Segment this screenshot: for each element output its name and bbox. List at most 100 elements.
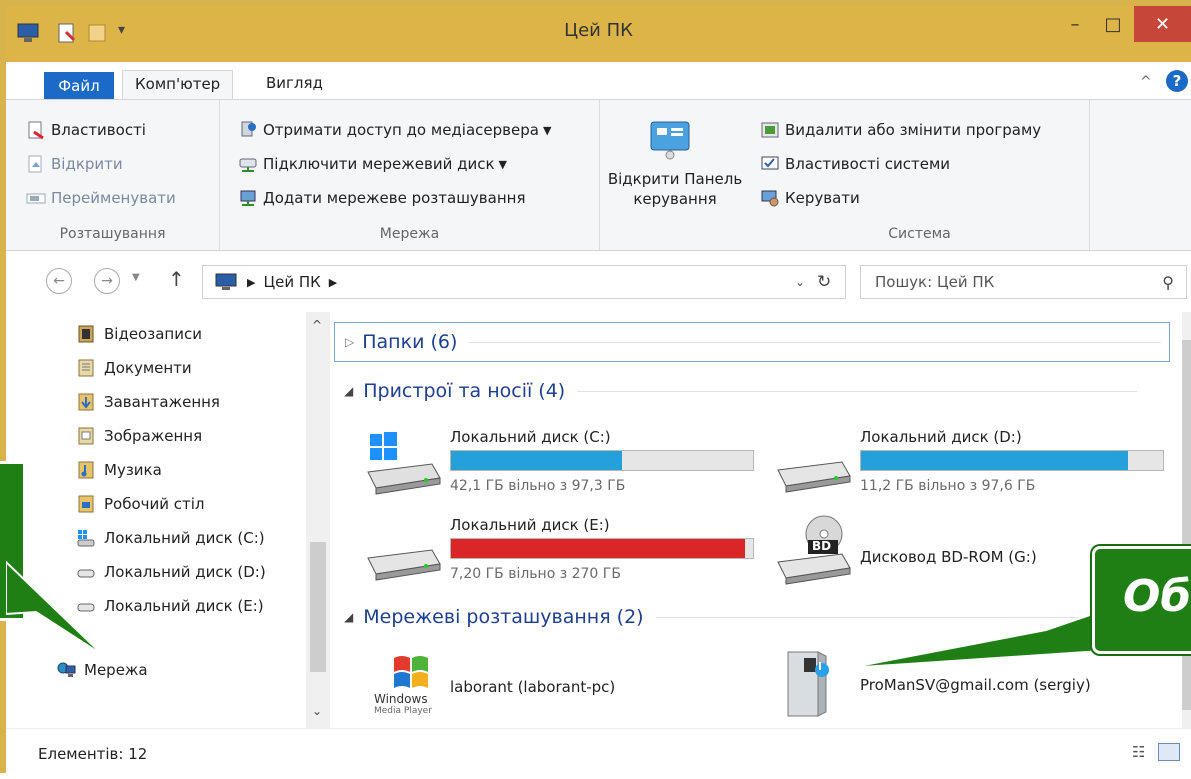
group-system-label: Система — [888, 226, 951, 242]
scroll-down-icon[interactable]: ⌄ — [312, 704, 322, 718]
bdrom-name: Дисковод BD-ROM (G:) — [860, 548, 1037, 566]
drive-c-tile[interactable]: Локальний диск (C:) 42,1 ГБ вільно з 97,… — [364, 428, 764, 500]
nav-item-desktop[interactable]: Робочий стіл — [76, 494, 205, 514]
tab-view[interactable]: Вигляд — [254, 70, 335, 100]
nav-scrollbar[interactable]: ^ ⌄ — [306, 312, 330, 728]
wmp-text-1: Windows — [374, 692, 428, 706]
add-location-button[interactable]: Додати мережеве розташування — [238, 188, 525, 208]
help-icon[interactable]: ? — [1166, 70, 1188, 92]
network-location-icon — [240, 190, 256, 206]
nav-scroll-thumb[interactable] — [310, 542, 326, 672]
content-scrollbar[interactable] — [1182, 312, 1191, 728]
nav-item-music[interactable]: Музика — [76, 460, 162, 480]
search-input[interactable]: Пошук: Цей ПК ⚲ — [860, 265, 1187, 299]
uninstall-label: Видалити або змінити програму — [785, 121, 1042, 139]
control-panel-label-2: керування — [633, 190, 717, 208]
media-server-button[interactable]: Отримати доступ до медіасервера ▼ — [238, 120, 551, 140]
drive-c-name: Локальний диск (C:) — [450, 428, 611, 446]
up-arrow-icon[interactable]: ↑ — [168, 267, 185, 291]
nav-item-downloads[interactable]: Завантаження — [76, 392, 220, 412]
breadcrumb-item[interactable]: Цей ПК — [263, 273, 320, 291]
forward-button[interactable]: → — [94, 268, 120, 294]
group-system: Видалити або змінити програму Властивост… — [750, 100, 1090, 250]
rename-button[interactable]: Перейменувати — [26, 188, 176, 208]
system-drive-icon — [77, 530, 95, 547]
expand-icon: ▷ — [345, 335, 355, 349]
media-server-icon — [241, 121, 256, 137]
back-arrow-icon: ← — [53, 273, 65, 289]
map-drive-button[interactable]: Підключити мережевий диск ▼ — [238, 154, 507, 174]
ribbon-tabs: Файл Комп'ютер Вигляд ^ ? — [6, 62, 1191, 101]
system-properties-button[interactable]: Властивості системи — [760, 154, 950, 174]
map-drive-label: Підключити мережевий диск — [263, 155, 495, 173]
devices-group-header[interactable]: ◢ Пристрої та носії (4) — [344, 380, 1138, 402]
drive-d-usage-bar — [860, 450, 1164, 471]
search-icon[interactable]: ⚲ — [1162, 273, 1174, 292]
properties-icon — [28, 121, 44, 140]
minimize-button[interactable]: – — [1056, 6, 1094, 42]
nav-item-label: Локальний диск (D:) — [104, 563, 266, 581]
item-count: Елементів: 12 — [38, 745, 148, 763]
drive-d-name: Локальний диск (D:) — [860, 428, 1022, 446]
uninstall-button[interactable]: Видалити або змінити програму — [760, 120, 1041, 140]
open-button[interactable]: Відкрити — [26, 154, 123, 174]
documents-folder-icon — [78, 359, 94, 377]
ribbon: Властивості Відкрити Перейменувати Розта… — [6, 99, 1191, 251]
drive-e-tile[interactable]: Локальний диск (E:) 7,20 ГБ вільно з 270… — [364, 516, 764, 588]
net-location-name: ProManSV@gmail.com (sergiy) — [860, 676, 1091, 694]
drive-d-usage-fill — [861, 451, 1129, 470]
downloads-folder-icon — [78, 393, 94, 411]
details-view-icon[interactable]: ☷ — [1132, 743, 1145, 761]
open-icon — [28, 155, 42, 173]
back-button[interactable]: ← — [46, 268, 72, 294]
callout-right-pointer — [847, 606, 1117, 669]
media-server-label: Отримати доступ до медіасервера — [263, 121, 539, 139]
rename-icon — [26, 193, 46, 204]
maximize-button[interactable]: □ — [1094, 6, 1132, 42]
address-dropdown-icon[interactable]: ⌄ — [795, 275, 805, 289]
properties-label: Властивості — [51, 121, 146, 139]
nav-item-label: Відеозаписи — [104, 325, 202, 343]
scroll-up-icon[interactable]: ^ — [312, 318, 322, 332]
control-panel-icon — [650, 121, 690, 160]
divider — [469, 341, 1161, 343]
nav-item-drive-c[interactable]: Локальний диск (C:) — [76, 528, 265, 548]
recent-dropdown-icon[interactable]: ▼ — [132, 272, 140, 283]
folders-group-header[interactable]: ▷ Папки (6) — [334, 322, 1170, 362]
drive-c-usage-bar — [450, 450, 754, 471]
tab-file[interactable]: Файл — [44, 72, 114, 100]
breadcrumb-separator-icon: ▶ — [328, 275, 338, 289]
drive-e-usage-fill — [451, 539, 745, 558]
nav-item-videos[interactable]: Відеозаписи — [76, 324, 202, 344]
nav-item-pictures[interactable]: Зображення — [76, 426, 202, 446]
window-title: Цей ПК — [564, 20, 633, 41]
close-button[interactable]: ✕ — [1134, 6, 1191, 42]
callout-right-text: Об — [1123, 571, 1191, 622]
breadcrumb-separator-icon: ▶ — [247, 275, 256, 289]
content-scroll-thumb[interactable] — [1182, 340, 1191, 710]
refresh-icon[interactable]: ↻ — [817, 272, 831, 292]
bd-label: BD — [812, 539, 832, 553]
control-panel-button[interactable]: Відкрити Панель керування — [600, 100, 750, 250]
address-bar[interactable]: ▶ Цей ПК ▶ ⌄ ↻ — [202, 265, 846, 299]
properties-button[interactable]: Властивості — [26, 120, 146, 140]
search-placeholder: Пошук: Цей ПК — [875, 273, 995, 291]
tiles-view-icon[interactable] — [1158, 743, 1180, 761]
nav-item-documents[interactable]: Документи — [76, 358, 192, 378]
net-location-laborant[interactable]: Windows Media Player laborant (laborant-… — [364, 652, 744, 722]
media-server-device-icon — [787, 651, 829, 717]
group-location-label: Розташування — [59, 226, 166, 242]
group-location: Властивості Відкрити Перейменувати Розта… — [6, 100, 220, 250]
open-label: Відкрити — [51, 155, 123, 173]
manage-label: Керувати — [785, 189, 860, 207]
manage-button[interactable]: Керувати — [760, 188, 860, 208]
drive-d-tile[interactable]: Локальний диск (D:) 11,2 ГБ вільно з 97,… — [774, 428, 1174, 500]
collapse-ribbon-icon[interactable]: ^ — [1140, 74, 1152, 90]
tab-computer[interactable]: Комп'ютер — [122, 70, 234, 101]
drive-e-name: Локальний диск (E:) — [450, 516, 610, 534]
network-header-label: Мережеві розташування (2) — [363, 606, 644, 628]
chevron-down-icon: ▼ — [542, 123, 552, 137]
group-network: Отримати доступ до медіасервера ▼ Підклю… — [220, 100, 600, 250]
drive-c-free: 42,1 ГБ вільно з 97,3 ГБ — [450, 478, 626, 494]
manage-icon — [761, 190, 779, 207]
